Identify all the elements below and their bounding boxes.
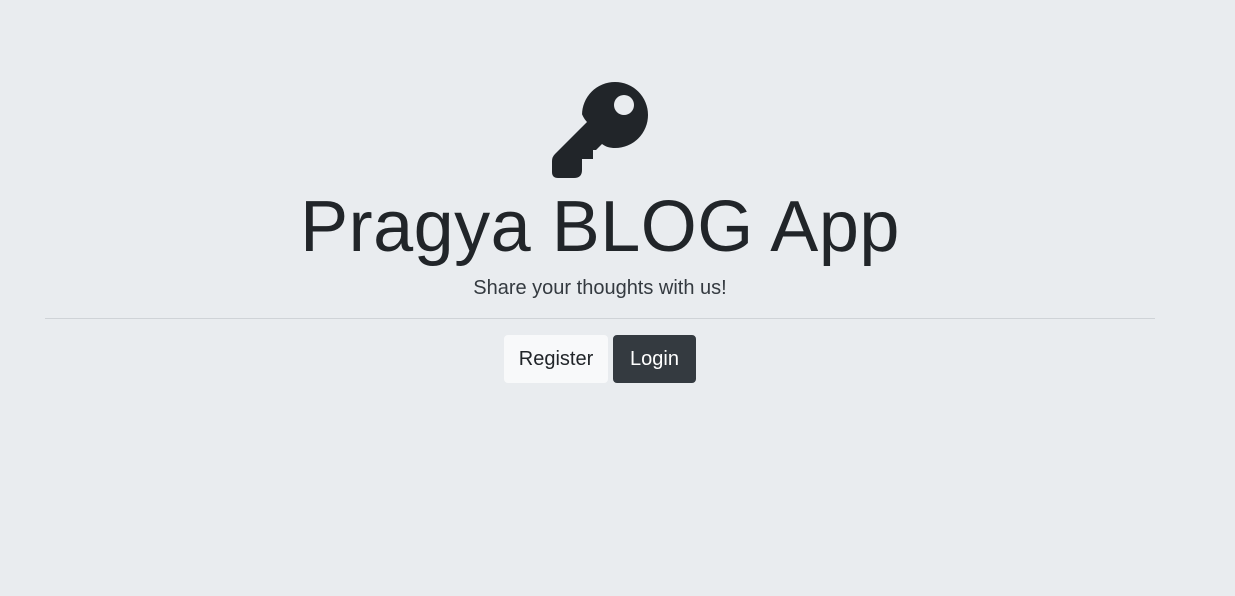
login-button[interactable]: Login: [613, 335, 696, 383]
tagline: Share your thoughts with us!: [473, 277, 727, 299]
key-icon: [552, 82, 648, 178]
register-button[interactable]: Register: [504, 335, 608, 383]
jumbotron: Pragya BLOG App Share your thoughts with…: [0, 0, 1235, 596]
page-title: Pragya BLOG App: [300, 187, 900, 267]
divider: [45, 318, 1155, 319]
